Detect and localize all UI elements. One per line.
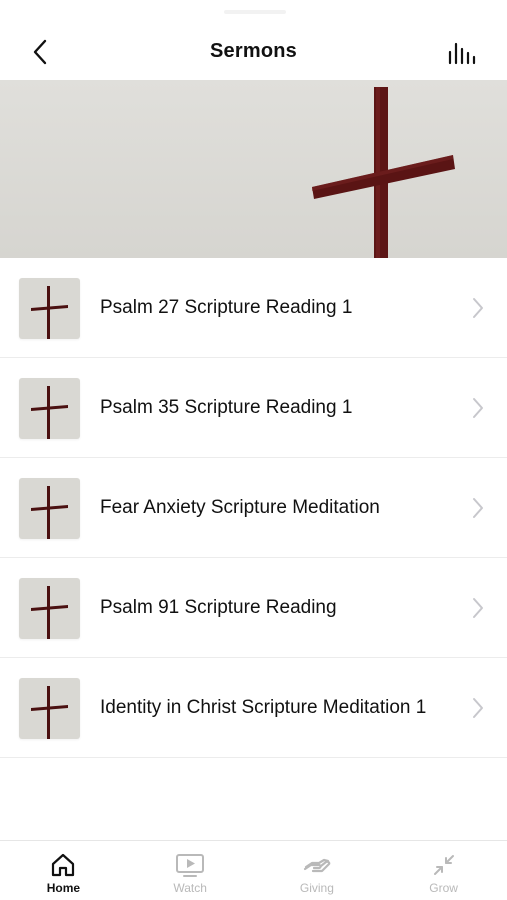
cross-image — [312, 87, 455, 258]
arrows-in-icon — [433, 855, 454, 875]
stats-button[interactable] — [445, 38, 479, 68]
tab-bar: Home Watch Giving Grow — [0, 840, 507, 900]
status-indicator — [224, 10, 286, 14]
sermon-title: Identity in Christ Scripture Meditation … — [100, 697, 427, 718]
nav-bar: Sermons — [0, 24, 507, 80]
bar-chart-icon — [448, 42, 476, 65]
home-icon — [52, 853, 75, 877]
sermon-title: Psalm 27 Scripture Reading 1 — [100, 297, 353, 318]
tab-grow[interactable]: Grow — [380, 841, 507, 900]
sermon-thumbnail — [19, 278, 80, 339]
sermon-title: Psalm 35 Scripture Reading 1 — [100, 397, 353, 418]
sermon-title: Fear Anxiety Scripture Meditation — [100, 497, 380, 518]
tab-label: Giving — [299, 881, 334, 895]
cross-icon — [31, 686, 68, 739]
chevron-right-icon — [473, 398, 483, 418]
page-title: Sermons — [210, 40, 297, 62]
giving-hand-icon — [303, 858, 331, 873]
status-bar — [0, 0, 507, 24]
chevron-right-icon — [473, 498, 483, 518]
tab-giving[interactable]: Giving — [254, 841, 381, 900]
cross-icon — [31, 586, 68, 639]
sermon-title: Psalm 91 Scripture Reading — [100, 597, 337, 618]
chevron-right-icon — [473, 598, 483, 618]
tab-watch[interactable]: Watch — [127, 841, 254, 900]
list-item[interactable]: Fear Anxiety Scripture Meditation — [0, 458, 507, 558]
list-item[interactable]: Psalm 35 Scripture Reading 1 — [0, 358, 507, 458]
chevron-right-icon — [473, 698, 483, 718]
list-item[interactable]: Identity in Christ Scripture Meditation … — [0, 658, 507, 758]
tab-home[interactable]: Home — [0, 841, 127, 900]
list-item[interactable]: Psalm 27 Scripture Reading 1 — [0, 258, 507, 358]
tab-label: Home — [46, 881, 81, 895]
sermon-list: Psalm 27 Scripture Reading 1 Psalm 35 Sc… — [0, 258, 507, 758]
video-icon — [176, 854, 205, 877]
tab-label: Grow — [429, 881, 458, 895]
cross-icon — [31, 486, 68, 539]
cross-icon — [31, 386, 68, 439]
sermon-thumbnail — [19, 678, 80, 739]
sermon-thumbnail — [19, 478, 80, 539]
list-item[interactable]: Psalm 91 Scripture Reading — [0, 558, 507, 658]
tab-label: Watch — [173, 881, 207, 895]
hero-banner — [0, 80, 507, 258]
chevron-right-icon — [473, 298, 483, 318]
cross-icon — [31, 286, 68, 339]
sermon-thumbnail — [19, 378, 80, 439]
sermon-thumbnail — [19, 578, 80, 639]
